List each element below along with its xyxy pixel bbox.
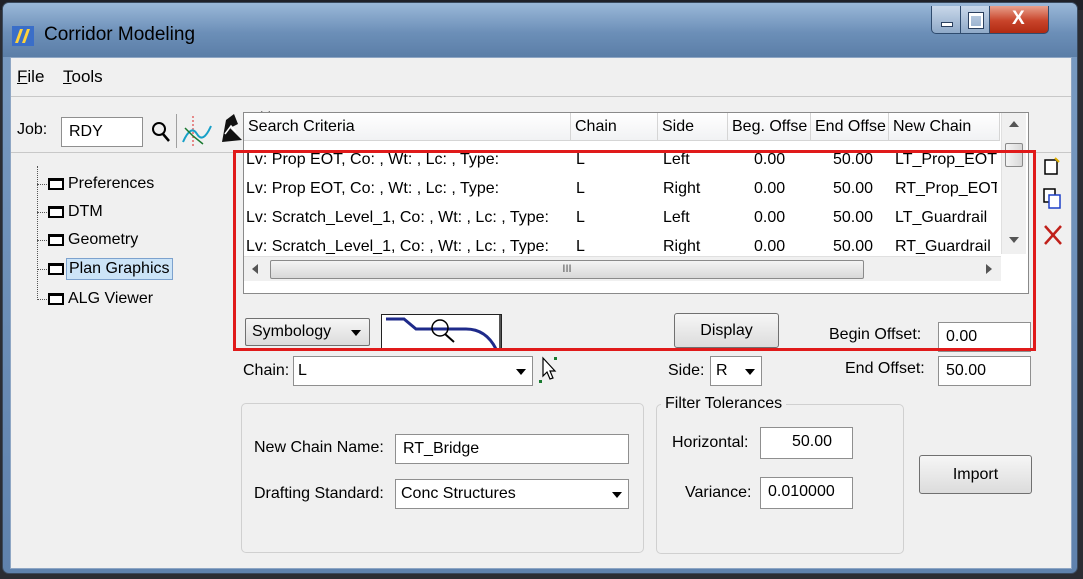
horizontal-field[interactable]: 50.00 [760,427,853,459]
new-chain-name-label: New Chain Name: [254,439,384,456]
drafting-standard-dropdown[interactable]: Conc Structures [395,479,629,509]
chain-dropdown[interactable]: L [293,356,533,386]
side-dropdown[interactable]: R [710,356,762,386]
title-bar[interactable]: Corridor Modeling X [3,3,1077,57]
side-label: Side: [668,362,705,379]
import-button[interactable]: Import [919,455,1032,494]
criteria-table[interactable]: Search Criteria Chain Side Beg. Offse En… [243,112,1029,294]
toolbar-divider [176,114,177,148]
menu-tools[interactable]: Tools [63,67,103,87]
vertical-scrollbar[interactable] [1001,113,1026,254]
node-icon [48,178,64,190]
column-header-end-offset[interactable]: End Offse [811,113,889,141]
delete-row-icon[interactable] [1041,222,1065,248]
new-chain-name-field[interactable]: RT_Bridge [395,434,629,464]
scroll-up-icon[interactable] [1009,121,1019,127]
job-label: Job: [17,121,48,138]
column-header-new-chain[interactable]: New Chain [889,113,1000,141]
node-icon [48,293,64,305]
horizontal-label: Horizontal: [672,434,749,451]
chevron-down-icon [612,492,622,498]
scroll-left-icon[interactable] [252,264,258,274]
scroll-down-icon[interactable] [1009,237,1019,243]
node-icon [48,206,64,218]
corridor-modeling-window: Corridor Modeling X File Tools Job: RDY [2,2,1078,574]
new-chain-group [241,403,644,553]
maximize-button[interactable] [960,6,990,34]
menu-bar: File Tools [11,58,1071,96]
column-header-beg-offset[interactable]: Beg. Offse [728,113,811,141]
end-offset-field[interactable]: 50.00 [938,356,1031,386]
menu-file[interactable]: File [17,67,44,87]
close-icon: X [1012,8,1025,29]
symbology-preview[interactable] [381,314,502,351]
horizontal-scrollbar[interactable]: III [244,256,1001,281]
symbology-dropdown[interactable]: Symbology [245,318,370,346]
variance-label: Variance: [685,484,752,501]
scroll-right-icon[interactable] [986,264,992,274]
begin-offset-field[interactable]: 0.00 [938,322,1031,352]
end-offset-label: End Offset: [845,360,925,377]
menu-separator [11,96,1071,97]
vertical-scroll-thumb[interactable] [1005,143,1023,167]
node-icon [48,234,64,246]
chevron-down-icon [516,369,526,375]
node-icon [48,263,64,275]
client-area: File Tools Job: RDY ↑↑ [10,57,1072,569]
minimize-icon [941,22,953,27]
column-header-search-criteria[interactable]: Search Criteria [244,113,571,141]
filter-tolerances-title: Filter Tolerances [661,395,787,413]
begin-offset-label: Begin Offset: [829,326,922,343]
horizontal-scroll-thumb[interactable]: III [270,260,864,279]
alignment-icon[interactable] [181,114,213,148]
minimize-button[interactable] [931,6,961,34]
chevron-down-icon [745,369,755,375]
chain-label: Chain: [243,362,290,379]
variance-field[interactable]: 0.010000 [760,477,853,509]
symbology-preview-icon [386,317,498,350]
display-button[interactable]: Display [674,313,779,348]
pick-chain-icon[interactable] [537,354,561,386]
app-icon [12,26,34,46]
window-title: Corridor Modeling [44,24,196,45]
surface-icon[interactable] [216,110,246,148]
copy-row-icon[interactable] [1041,186,1065,212]
add-row-icon[interactable] [1041,154,1065,178]
column-header-chain[interactable]: Chain [571,113,658,141]
search-icon[interactable] [149,119,173,145]
close-button[interactable]: X [989,6,1049,34]
scroll-grip-icon: III [562,263,572,275]
chevron-down-icon [351,330,361,336]
drafting-standard-label: Drafting Standard: [254,485,384,502]
maximize-icon [969,13,983,28]
column-header-side[interactable]: Side [658,113,728,141]
job-field[interactable]: RDY [61,117,143,147]
